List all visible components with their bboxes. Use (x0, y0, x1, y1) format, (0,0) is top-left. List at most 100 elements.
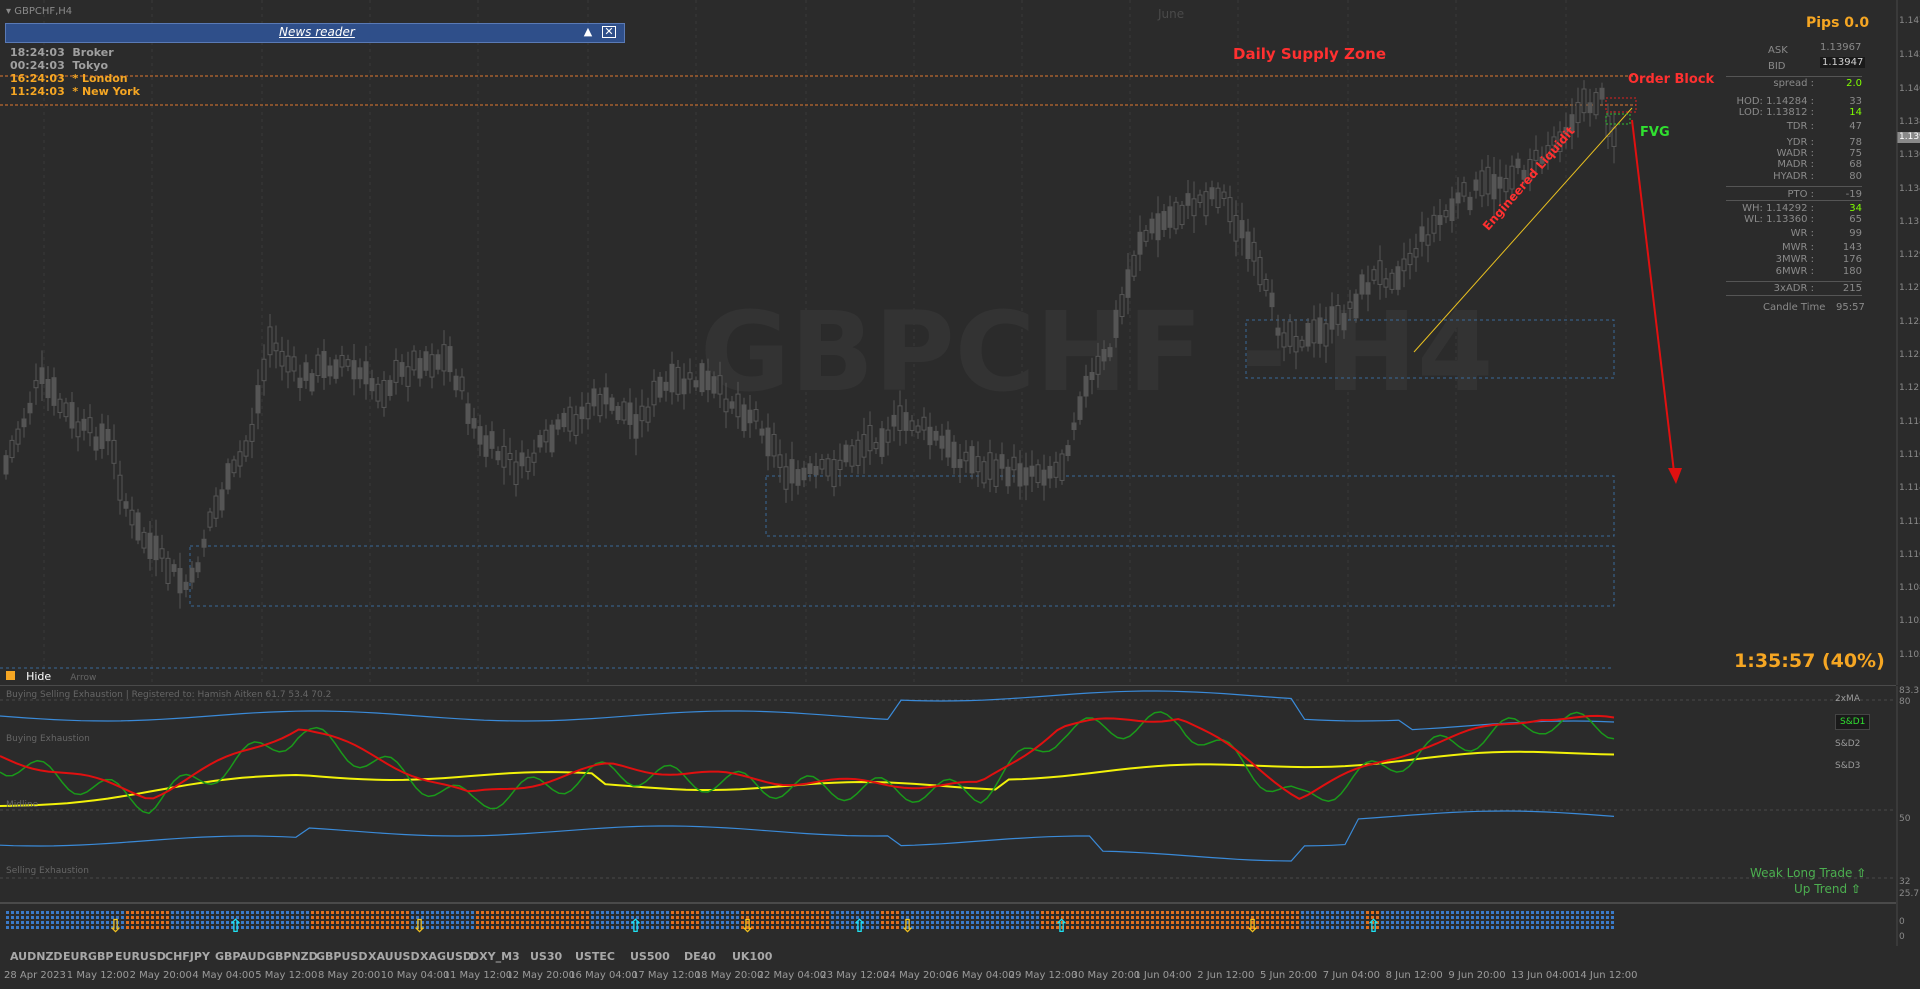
symbol-tab[interactable]: GBPUSD (316, 950, 367, 963)
strip-cell (541, 916, 544, 919)
price-tick: 1.11459 (1899, 483, 1920, 494)
strip-cell (351, 911, 354, 914)
strip-cell (391, 911, 394, 914)
symbol-tab[interactable]: XAUUSD (368, 950, 420, 963)
strip-cell (971, 916, 974, 919)
strip-cell (221, 921, 224, 924)
strip-cell (451, 911, 454, 914)
strip-cell (131, 916, 134, 919)
strip-cell (71, 911, 74, 914)
strip-cell (1471, 911, 1474, 914)
clock-label: Broker (64, 46, 114, 59)
strip-cell (361, 911, 364, 914)
symbol-tab[interactable]: US30 (530, 950, 562, 963)
symbol-tab[interactable]: DE40 (684, 950, 716, 963)
strip-cell (1536, 921, 1539, 924)
sd1-label[interactable]: S&D1 (1835, 714, 1871, 730)
candle-body (75, 421, 81, 438)
strip-cell (1021, 911, 1024, 914)
strip-cell (681, 916, 684, 919)
strip-cell (326, 911, 329, 914)
candle-body (753, 409, 759, 422)
strip-cell (141, 921, 144, 924)
candle-body (633, 414, 639, 439)
candle-body (33, 380, 39, 389)
exhaustion-oscillator[interactable] (0, 686, 1920, 904)
symbol-tab[interactable]: US500 (630, 950, 670, 963)
strip-cell (601, 911, 604, 914)
strip-cell (851, 911, 854, 914)
strip-cell (556, 921, 559, 924)
symbol-tab[interactable]: CHFJPY (165, 950, 210, 963)
close-icon[interactable]: ✕ (602, 26, 616, 38)
symbol-tab[interactable]: XAGUSD (420, 950, 472, 963)
candle-body (975, 456, 981, 473)
news-reader-bar[interactable]: News reader ▲ ✕ (5, 23, 625, 43)
strip-cell (1441, 921, 1444, 924)
strip-cell (486, 926, 489, 929)
strip-cell (1211, 916, 1214, 919)
strip-cell (1386, 921, 1389, 924)
hide-checkbox-icon[interactable] (6, 671, 15, 680)
strip-cell (286, 916, 289, 919)
news-reader-title[interactable]: News reader (279, 25, 355, 39)
symbol-tab[interactable]: GBPAUD (215, 950, 266, 963)
candle-body (1071, 422, 1077, 431)
candle-body (261, 358, 267, 382)
strip-cell (1381, 926, 1384, 929)
candle-body (531, 452, 537, 463)
symbol-tab[interactable]: GBPNZD (266, 950, 318, 963)
strip-cell (1431, 911, 1434, 914)
strip-cell (1031, 916, 1034, 919)
strip-cell (1486, 921, 1489, 924)
bid-label: BID (1768, 61, 1786, 72)
candle-body (423, 351, 429, 371)
strip-cell (161, 911, 164, 914)
symbol-tab[interactable]: AUDNZD (10, 950, 63, 963)
strip-cell (21, 921, 24, 924)
strip-cell (946, 911, 949, 914)
candle-time-label: Candle Time (1763, 302, 1826, 313)
minimize-icon[interactable]: ▲ (580, 25, 596, 39)
symbol-tab[interactable]: DXY_M3 (470, 950, 520, 963)
strip-cell (71, 916, 74, 919)
strip-cell (601, 921, 604, 924)
candle-body (573, 414, 579, 436)
candle-body (495, 451, 501, 461)
strip-cell (696, 921, 699, 924)
hide-button[interactable]: Hide Arrow (6, 665, 96, 684)
strip-cell (1441, 916, 1444, 919)
strip-cell (866, 911, 869, 914)
strip-cell (1566, 921, 1569, 924)
candle-body (699, 363, 705, 393)
symbol-tab[interactable]: USTEC (575, 950, 615, 963)
strip-cell (1151, 911, 1154, 914)
strip-cell (896, 911, 899, 914)
strip-cell (891, 911, 894, 914)
strip-cell (1141, 911, 1144, 914)
strip-cell (1426, 911, 1429, 914)
strip-cell (321, 926, 324, 929)
hide-button-label[interactable]: Hide (26, 670, 51, 683)
symbol-tab[interactable]: EURGBP (63, 950, 113, 963)
strip-cell (576, 926, 579, 929)
candle-body (1239, 220, 1245, 239)
trend-strip: ⇩ ⇧ ⇩ ⇧ ⇩ ⇧ ⇩ ⇧ ⇩ ⇧ (6, 904, 1898, 946)
strip-cell (446, 916, 449, 919)
strip-cell (1306, 926, 1309, 929)
strip-cell (1276, 911, 1279, 914)
stats-divider (1726, 186, 1862, 187)
session-clock: 00:24:03 Tokyo (10, 59, 108, 72)
symbol-tab[interactable]: EURUSD (115, 950, 166, 963)
strip-cell (721, 921, 724, 924)
candle-body (1575, 102, 1581, 124)
strip-cell (1471, 926, 1474, 929)
strip-cell (101, 916, 104, 919)
price-chart[interactable]: GBPCHF - H4 June (0, 0, 1920, 685)
strip-cell (306, 926, 309, 929)
symbol-tab[interactable]: UK100 (732, 950, 772, 963)
strip-cell (1391, 916, 1394, 919)
candle-body (231, 459, 237, 474)
candle-body (957, 459, 963, 468)
strip-cell (6, 916, 9, 919)
